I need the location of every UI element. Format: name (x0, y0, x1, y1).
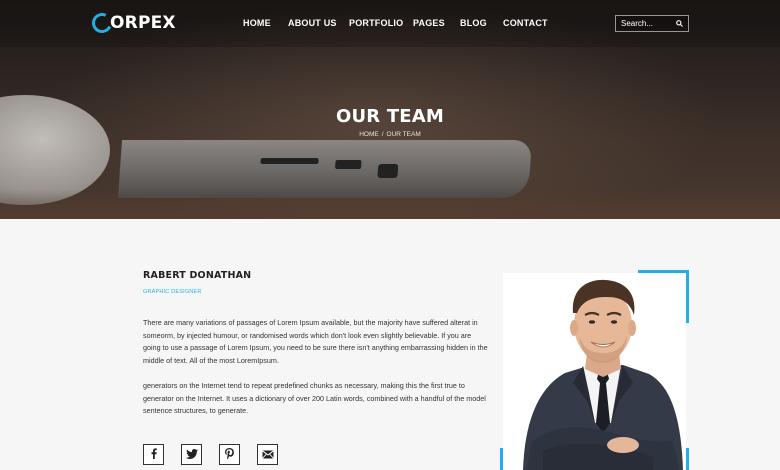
nav-portfolio[interactable]: PORTFOLIO (349, 18, 403, 28)
nav-home[interactable]: HOME (243, 18, 271, 28)
nav-contact[interactable]: CONTACT (503, 18, 548, 28)
facebook-icon (149, 446, 158, 464)
twitter-icon (185, 446, 198, 464)
logo[interactable]: ORPEX (89, 10, 176, 36)
pinterest-button[interactable] (219, 444, 240, 465)
nav-blog[interactable]: BLOG (460, 18, 487, 28)
facebook-button[interactable] (143, 444, 164, 465)
member-photo (503, 273, 686, 470)
twitter-button[interactable] (181, 444, 202, 465)
photo-frame-accent (686, 448, 689, 470)
page-title: OUR TEAM (335, 106, 445, 127)
search-icon[interactable] (676, 20, 683, 27)
breadcrumb: HOME / OUR TEAM (0, 131, 780, 138)
laptop-port (377, 164, 399, 178)
search-input[interactable] (621, 19, 673, 28)
top-navbar: ORPEX HOME ABOUT US PORTFOLIO PAGES BLOG… (0, 0, 780, 47)
breadcrumb-separator: / (381, 131, 384, 138)
breadcrumb-current: OUR TEAM (386, 131, 421, 138)
hero-table (0, 190, 780, 219)
email-icon (261, 446, 274, 464)
pinterest-icon (225, 446, 234, 464)
member-role: GRAPHIC DESIGNER (143, 289, 202, 295)
laptop-port (260, 158, 319, 164)
email-button[interactable] (257, 444, 278, 465)
nav-pages[interactable]: PAGES (413, 18, 445, 28)
logo-text: ORPEX (110, 13, 176, 33)
member-name: RABERT DONATHAN (143, 270, 252, 281)
laptop-port (335, 160, 362, 169)
nav-about-us[interactable]: ABOUT US (288, 18, 337, 28)
search-box (615, 15, 689, 32)
breadcrumb-home[interactable]: HOME (359, 131, 379, 138)
member-bio: There are many variations of passages of… (143, 318, 488, 365)
member-bio: generators on the Internet tend to repea… (143, 381, 486, 416)
photo-frame-accent (686, 270, 689, 323)
